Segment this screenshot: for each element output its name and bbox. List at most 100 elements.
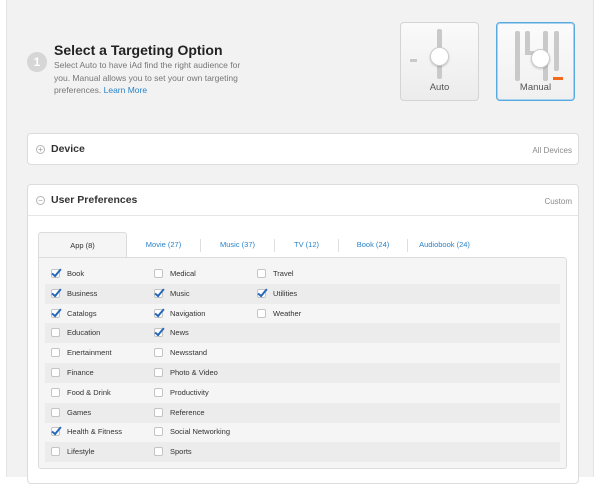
category-checkbox[interactable]: [51, 387, 60, 397]
category-item[interactable]: Book: [49, 264, 149, 284]
category-label: Weather: [273, 308, 302, 318]
category-checkbox[interactable]: [154, 288, 163, 298]
category-checkbox[interactable]: [154, 427, 163, 437]
category-item[interactable]: Reference: [152, 403, 252, 423]
category-checkbox[interactable]: [257, 269, 266, 278]
category-checkbox[interactable]: [51, 288, 60, 298]
category-item[interactable]: Finance: [49, 363, 149, 383]
category-checkbox[interactable]: [154, 348, 163, 358]
category-label: Health & Fitness: [67, 427, 123, 437]
category-label: Photo & Video: [170, 368, 218, 377]
category-item[interactable]: Navigation: [152, 304, 252, 324]
auto-option-label: Auto: [429, 82, 450, 93]
category-item[interactable]: Utilities: [255, 284, 355, 304]
user-preferences-title: User Preferences: [51, 194, 138, 206]
category-checkbox[interactable]: [154, 328, 163, 338]
category-label: Finance: [67, 368, 94, 377]
category-label: Social Networking: [170, 427, 231, 437]
divider: [28, 215, 578, 216]
category-row: Education News: [45, 323, 560, 344]
tab-audiobook[interactable]: Audiobook (24): [408, 232, 481, 258]
category-checkbox[interactable]: [154, 387, 163, 397]
category-label: Newsstand: [170, 348, 208, 358]
category-checkbox[interactable]: [51, 368, 60, 377]
collapse-icon[interactable]: −: [36, 196, 45, 205]
category-item[interactable]: Medical: [152, 264, 252, 284]
category-item[interactable]: Business: [49, 284, 149, 304]
category-label: Sports: [170, 447, 192, 457]
manual-option-button[interactable]: Manual: [496, 22, 575, 101]
tab-bar: App (8) Movie (27) Music (37) TV (12) Bo…: [38, 232, 567, 258]
tab-music[interactable]: Music (37): [201, 232, 274, 258]
manual-option-label: Manual: [519, 82, 552, 93]
category-label: Enertainment: [67, 348, 112, 358]
category-item[interactable]: Lifestyle: [49, 442, 149, 462]
category-checkbox[interactable]: [154, 368, 163, 377]
step-description-text: Select Auto to have iAd find the right a…: [54, 60, 241, 95]
category-item[interactable]: Sports: [152, 442, 252, 462]
category-label: Medical: [170, 269, 196, 278]
category-checkbox[interactable]: [257, 288, 266, 298]
category-label: Games: [67, 407, 92, 417]
category-item[interactable]: Health & Fitness: [49, 422, 149, 442]
category-row: Food & Drink Productivity: [45, 383, 560, 403]
category-item[interactable]: Catalogs: [49, 304, 149, 324]
category-label: Travel: [273, 269, 294, 278]
step-title: Select a Targeting Option: [54, 42, 223, 58]
category-label: News: [170, 328, 189, 338]
category-checkbox[interactable]: [51, 328, 60, 338]
category-checkbox[interactable]: [51, 269, 60, 278]
category-row: Finance Photo & Video: [45, 363, 560, 383]
category-item[interactable]: Social Networking: [152, 422, 252, 442]
category-checkbox[interactable]: [51, 308, 60, 318]
user-preferences-panel: − User Preferences Custom App (8) Movie …: [27, 184, 579, 484]
category-label: Navigation: [170, 308, 206, 318]
category-item[interactable]: Food & Drink: [49, 383, 149, 403]
category-row: Book Medical Travel: [45, 264, 560, 284]
auto-option-button[interactable]: Auto: [400, 22, 479, 101]
category-item[interactable]: Newsstand: [152, 343, 252, 363]
step-number-badge: 1: [27, 52, 47, 72]
category-item[interactable]: Productivity: [152, 383, 252, 403]
category-checkbox[interactable]: [154, 447, 163, 457]
category-checkbox[interactable]: [51, 407, 60, 417]
tab-app[interactable]: App (8): [38, 232, 127, 258]
category-label: Reference: [170, 407, 205, 417]
category-item[interactable]: Weather: [255, 304, 355, 324]
category-item[interactable]: Enertainment: [49, 343, 149, 363]
category-item[interactable]: Photo & Video: [152, 363, 252, 383]
category-checkbox[interactable]: [154, 308, 163, 318]
learn-more-link[interactable]: Learn More: [104, 85, 147, 95]
category-item[interactable]: Music: [152, 284, 252, 304]
category-item[interactable]: Education: [49, 323, 149, 343]
category-checkbox[interactable]: [51, 447, 60, 457]
category-tabs: App (8) Movie (27) Music (37) TV (12) Bo…: [38, 232, 567, 472]
category-row: Enertainment Newsstand: [45, 343, 560, 363]
page: 1 Select a Targeting Option Select Auto …: [6, 0, 594, 484]
category-label: Utilities: [273, 288, 298, 298]
step-description: Select Auto to have iAd find the right a…: [54, 59, 244, 97]
category-checkbox[interactable]: [154, 269, 163, 278]
category-label: Book: [67, 269, 85, 278]
expand-icon[interactable]: +: [36, 145, 45, 154]
category-label: Food & Drink: [67, 387, 111, 397]
category-row: Lifestyle Sports: [45, 442, 560, 463]
category-label: Productivity: [170, 387, 209, 397]
app-category-list: Book Medical Travel Business Music Utilities C…: [38, 257, 567, 469]
category-checkbox[interactable]: [51, 348, 60, 358]
tab-movie[interactable]: Movie (27): [127, 232, 200, 258]
tab-book[interactable]: Book (24): [339, 232, 407, 258]
category-item[interactable]: News: [152, 323, 252, 343]
category-checkbox[interactable]: [154, 407, 163, 417]
device-panel[interactable]: + Device All Devices: [27, 133, 579, 165]
category-checkbox[interactable]: [51, 427, 60, 437]
category-item[interactable]: Travel: [255, 264, 355, 284]
user-preferences-value: Custom: [544, 197, 572, 206]
device-panel-title: Device: [51, 143, 85, 155]
category-row: Games Reference: [45, 402, 560, 423]
category-label: Music: [170, 288, 190, 298]
category-item[interactable]: Games: [49, 403, 149, 423]
category-checkbox[interactable]: [257, 308, 266, 318]
category-row: Catalogs Navigation Weather: [45, 304, 560, 324]
tab-tv[interactable]: TV (12): [275, 232, 338, 258]
